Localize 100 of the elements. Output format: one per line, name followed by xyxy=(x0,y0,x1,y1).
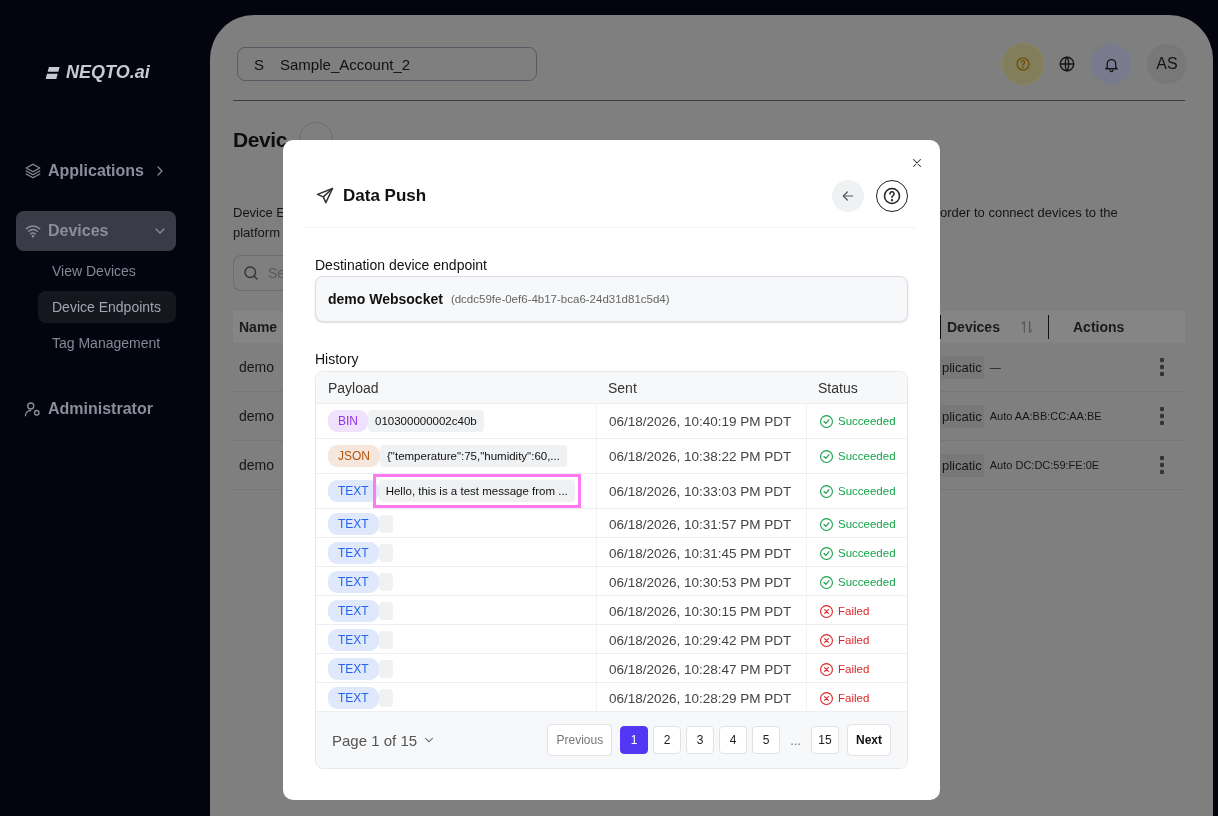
table-cell: 06/18/2026, 10:28:47 PM PDT xyxy=(596,654,806,684)
description-text: order to connect devices to the xyxy=(940,204,1119,222)
kebab-icon xyxy=(1159,456,1164,474)
logo-icon xyxy=(45,64,61,81)
x-circle-icon xyxy=(819,603,834,619)
type-tag: TEXT xyxy=(328,687,379,709)
check-circle-icon xyxy=(819,448,834,464)
description-text: platform xyxy=(233,224,281,242)
table-cell: 06/18/2026, 10:29:42 PM PDT xyxy=(596,625,806,655)
dialog-title: Data Push xyxy=(343,185,428,206)
table-cell: 06/18/2026, 10:38:22 PM PDT xyxy=(596,439,806,473)
page-button[interactable]: 5 xyxy=(752,726,781,754)
payload-placeholder xyxy=(378,544,393,562)
table-cell-text: demo xyxy=(238,408,275,424)
sort-icon[interactable] xyxy=(1019,319,1035,335)
page-selector[interactable]: Page 1 of 15 xyxy=(332,731,437,749)
close-icon xyxy=(910,156,924,170)
endpoint-field[interactable]: demo Websocket (dcdc59fe-0ef6-4b17-bca6-24d31d81c5d4) xyxy=(315,276,908,322)
table-cell-text: demo xyxy=(238,359,275,375)
page-button[interactable]: 2 xyxy=(653,726,682,754)
table-cell: 06/18/2026, 10:31:45 PM PDT xyxy=(596,538,806,568)
payload-placeholder xyxy=(378,631,393,649)
status-label: Succeeded xyxy=(819,516,896,532)
table-cell: 06/18/2026, 10:30:53 PM PDT xyxy=(596,567,806,597)
payload-text: {"temperature":75,"humidity":60,... xyxy=(380,445,567,467)
type-tag: TEXT xyxy=(328,600,379,622)
user-icon xyxy=(24,400,42,418)
type-tag: JSON xyxy=(328,445,380,467)
nav-item[interactable]: Devices xyxy=(16,211,176,251)
payload-text: Hello, this is a test message from ... xyxy=(378,480,575,502)
table-cell: 06/18/2026, 10:33:03 PM PDT xyxy=(596,474,806,508)
status-label: Failed xyxy=(819,603,870,619)
status-label: Succeeded xyxy=(819,574,896,590)
payload-placeholder xyxy=(378,515,393,533)
back-button[interactable] xyxy=(832,179,864,212)
check-circle-icon xyxy=(819,483,834,499)
table-cell: 06/18/2026, 10:40:19 PM PDT xyxy=(596,404,806,438)
type-tag: TEXT xyxy=(328,629,379,651)
type-tag: BIN xyxy=(328,410,368,432)
application-tag: plicatic xyxy=(940,355,984,379)
table-cell-text: demo xyxy=(238,457,275,473)
field-label: Destination device endpoint xyxy=(315,257,488,273)
column-header: Actions xyxy=(1073,319,1125,335)
page-button[interactable]: 3 xyxy=(686,726,715,754)
type-tag: TEXT xyxy=(328,658,379,680)
account-selector[interactable]: S Sample_Account_2 xyxy=(237,47,537,81)
section-label: History xyxy=(315,351,360,367)
help-icon xyxy=(1015,56,1031,72)
close-button[interactable] xyxy=(910,156,924,170)
status-label: Failed xyxy=(819,690,870,706)
page-button[interactable]: 15 xyxy=(811,726,839,754)
check-circle-icon xyxy=(819,574,834,590)
more-button[interactable] xyxy=(1159,456,1164,474)
table-cell-text: Auto AA:BB:CC:AA:BE xyxy=(989,410,1103,422)
page-title: Devic xyxy=(233,128,288,152)
column-header: Devices xyxy=(947,319,1001,335)
application-tag: plicatic xyxy=(940,453,984,477)
search-icon xyxy=(242,264,260,282)
nav-item[interactable]: Administrator xyxy=(16,389,176,429)
status-label: Succeeded xyxy=(819,545,896,561)
column-header: Name xyxy=(238,319,278,335)
x-circle-icon xyxy=(819,690,834,706)
status-label: Failed xyxy=(819,661,870,677)
type-tag: TEXT xyxy=(328,513,379,535)
check-circle-icon xyxy=(819,413,834,429)
more-button[interactable] xyxy=(1159,407,1164,425)
nav-subitem[interactable]: Tag Management xyxy=(38,327,176,359)
table-cell: 06/18/2026, 10:31:57 PM PDT xyxy=(596,509,806,539)
status-label: Failed xyxy=(819,632,870,648)
nav-subitem[interactable]: View Devices xyxy=(38,255,176,287)
wifi-icon xyxy=(24,222,42,240)
application-tag: plicatic xyxy=(940,404,984,428)
status-label: Succeeded xyxy=(819,413,896,429)
payload-placeholder xyxy=(378,689,393,707)
payload-text: 010300000002c40b xyxy=(368,410,484,432)
page-button[interactable]: 1 xyxy=(620,726,649,754)
column-header: Sent xyxy=(607,379,638,396)
page-button[interactable]: 4 xyxy=(719,726,748,754)
layers-icon xyxy=(24,162,42,180)
column-header: Status xyxy=(817,379,859,396)
table-cell: 06/18/2026, 10:30:15 PM PDT xyxy=(596,596,806,626)
notifications-button[interactable] xyxy=(1091,44,1131,84)
kebab-icon xyxy=(1159,358,1164,376)
nav-item[interactable]: Applications xyxy=(16,151,176,191)
next-button[interactable]: Next xyxy=(847,724,891,756)
payload-placeholder xyxy=(378,573,393,591)
check-circle-icon xyxy=(819,545,834,561)
check-circle-icon xyxy=(819,516,834,532)
globe-icon xyxy=(1058,55,1076,73)
type-tag: TEXT xyxy=(328,542,379,564)
table-cell-text: — xyxy=(989,361,1002,373)
send-icon xyxy=(315,185,335,206)
status-label: Succeeded xyxy=(819,448,896,464)
table-cell-text: Auto DC:DC:59:FE:0E xyxy=(989,459,1101,471)
more-button[interactable] xyxy=(1159,358,1164,376)
type-tag: TEXT xyxy=(328,571,379,593)
help-icon xyxy=(882,185,902,206)
nav-subitem[interactable]: Device Endpoints xyxy=(38,291,176,323)
column-header: Payload xyxy=(327,379,380,396)
avatar[interactable]: AS xyxy=(1147,44,1187,84)
